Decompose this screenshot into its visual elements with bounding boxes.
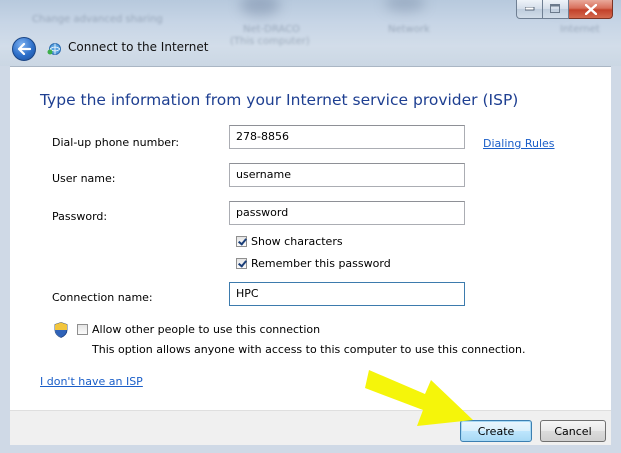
window-title: Connect to the Internet [68, 40, 209, 54]
username-field[interactable]: username [229, 163, 465, 187]
password-field[interactable]: password [229, 201, 465, 225]
blurred-background-text: Change advanced sharing [32, 14, 163, 25]
cancel-button[interactable]: Cancel [540, 420, 606, 442]
dialing-rules-link[interactable]: Dialing Rules [483, 137, 555, 150]
remember-password-option[interactable]: Remember this password [236, 257, 391, 270]
allow-others-label: Allow other people to use this connectio… [92, 323, 321, 336]
show-characters-option[interactable]: Show characters [236, 235, 343, 248]
caption-buttons [516, 0, 613, 19]
phone-number-field[interactable]: 278-8856 [229, 125, 465, 149]
allow-others-option[interactable]: Allow other people to use this connectio… [77, 323, 320, 336]
blurred-network-icon [385, 0, 425, 12]
blurred-background-text: Internet [560, 24, 600, 35]
phone-number-label: Dial-up phone number: [52, 136, 180, 149]
uac-shield-icon [54, 322, 68, 338]
no-isp-link[interactable]: I don't have an ISP [40, 375, 143, 388]
connect-to-internet-window: Change advanced sharing Net-DRACO (This … [0, 0, 621, 453]
connection-name-label: Connection name: [52, 291, 153, 304]
maximize-button[interactable] [543, 0, 569, 19]
back-arrow-icon [17, 43, 31, 55]
remember-password-checkbox[interactable] [236, 258, 247, 269]
blurred-background-text: (This computer) [230, 36, 310, 47]
close-icon [584, 3, 597, 15]
wizard-footer: Create Cancel [10, 410, 611, 445]
allow-others-help-text: This option allows anyone with access to… [92, 343, 526, 356]
password-label: Password: [52, 210, 108, 223]
back-button[interactable] [12, 37, 36, 61]
wizard-content: Type the information from your Internet … [10, 66, 611, 411]
minimize-icon [524, 7, 534, 11]
show-characters-label: Show characters [251, 235, 343, 248]
remember-password-label: Remember this password [251, 257, 391, 270]
network-connection-icon [47, 43, 61, 55]
yellow-arrow-annotation [365, 370, 473, 426]
blurred-background-text: Net-DRACO [243, 24, 300, 35]
show-characters-checkbox[interactable] [236, 236, 247, 247]
close-button[interactable] [569, 0, 613, 19]
blurred-computer-icon [240, 0, 280, 16]
page-heading: Type the information from your Internet … [40, 91, 519, 109]
connection-name-field[interactable]: HPC [229, 282, 465, 306]
maximize-icon [550, 4, 560, 13]
title-bar: Change advanced sharing Net-DRACO (This … [0, 0, 621, 66]
minimize-button[interactable] [516, 0, 543, 19]
allow-others-checkbox[interactable] [77, 324, 88, 335]
blurred-background-text: Network [388, 24, 430, 35]
username-label: User name: [52, 172, 116, 185]
